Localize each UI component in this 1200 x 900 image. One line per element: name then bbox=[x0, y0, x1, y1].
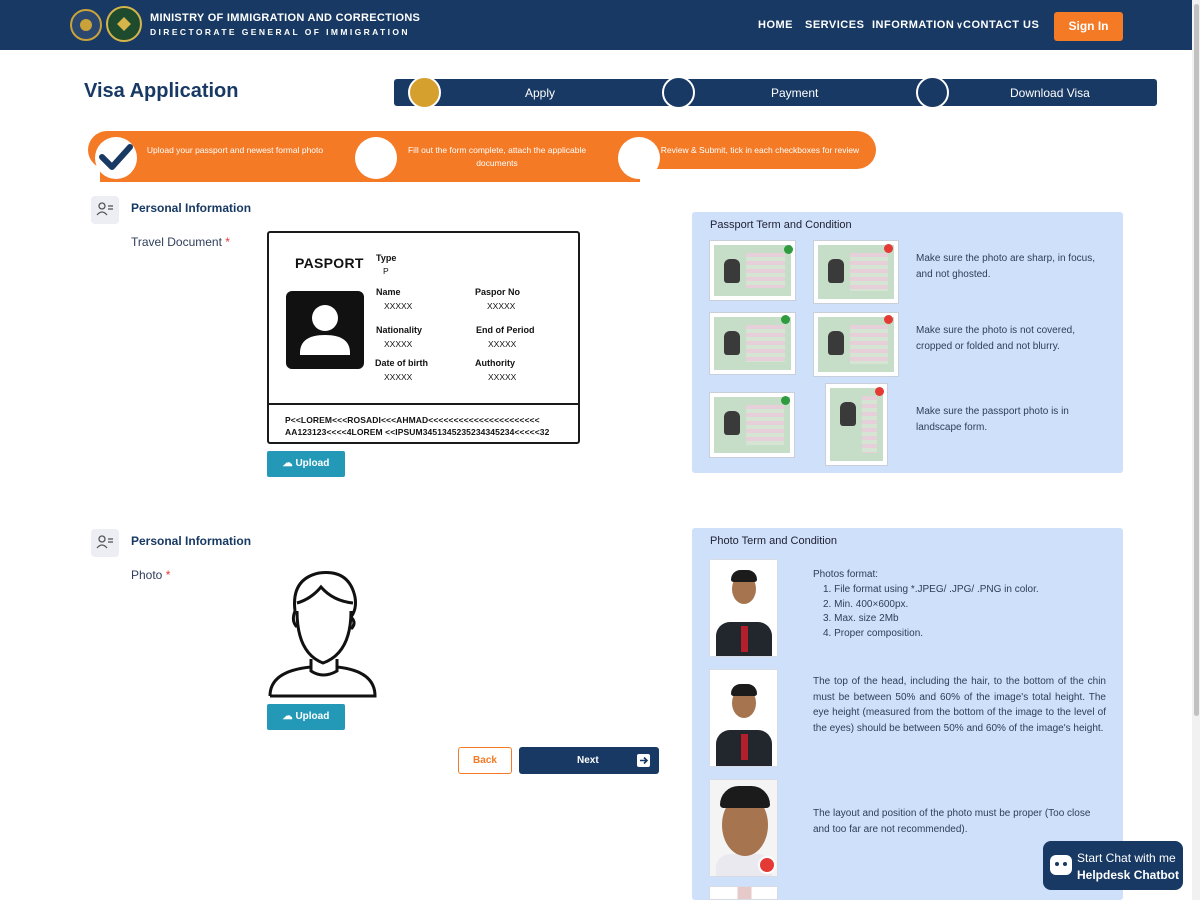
photo-format-heading: Photos format: bbox=[813, 569, 879, 580]
photo-format-item-3: 3. Max. size 2Mb bbox=[823, 613, 899, 624]
passport-name-label: Name bbox=[376, 287, 401, 297]
instruction-2-indicator bbox=[355, 137, 397, 179]
immigration-emblem-icon bbox=[106, 6, 142, 42]
passport-upload-label: Upload bbox=[295, 458, 330, 469]
next-button[interactable]: Next bbox=[519, 747, 659, 774]
nav-information-label: INFORMATION bbox=[872, 19, 955, 31]
nav-home[interactable]: HOME bbox=[758, 19, 793, 31]
next-label: Next bbox=[577, 755, 599, 766]
step-payment-label: Payment bbox=[771, 86, 819, 100]
arrow-right-icon bbox=[637, 754, 650, 767]
nav-contact[interactable]: CONTACT US bbox=[963, 19, 1039, 31]
photo-example-head-size bbox=[709, 669, 778, 767]
user-list-icon bbox=[91, 196, 119, 224]
org-title: MINISTRY OF IMMIGRATION AND CORRECTIONS bbox=[150, 12, 421, 24]
photo-terms-title: Photo Term and Condition bbox=[710, 535, 837, 547]
passport-rule-3: Make sure the passport photo is in lands… bbox=[916, 406, 1069, 433]
cross-badge-icon bbox=[884, 244, 893, 253]
passport-end-period-label: End of Period bbox=[476, 325, 535, 335]
cloud-upload-icon: ☁ bbox=[282, 458, 293, 469]
instruction-1-text: Upload your passport and newest formal p… bbox=[146, 145, 324, 155]
passport-rule-2: Make sure the photo is not covered, crop… bbox=[916, 325, 1075, 352]
photo-example-format bbox=[709, 559, 778, 657]
cloud-upload-icon: ☁ bbox=[282, 711, 293, 722]
passport-title: PASPORT bbox=[295, 255, 364, 271]
instruction-3-text: Review & Submit, tick in each checkboxes… bbox=[660, 145, 860, 155]
photo-upload-label: Upload bbox=[295, 711, 330, 722]
nav-services[interactable]: SERVICES bbox=[805, 19, 864, 31]
check-badge-icon bbox=[781, 396, 790, 405]
chatbot-title: Helpdesk Chatbot bbox=[1077, 868, 1180, 882]
passport-mrz-divider bbox=[269, 403, 578, 405]
step-apply-label: Apply bbox=[525, 86, 556, 100]
robot-icon bbox=[1050, 855, 1072, 875]
step-download-label: Download Visa bbox=[1010, 86, 1090, 100]
passport-photo-placeholder-icon bbox=[286, 291, 364, 369]
helpdesk-chatbot-button[interactable]: Start Chat with me Helpdesk Chatbot bbox=[1043, 841, 1183, 890]
back-button[interactable]: Back bbox=[458, 747, 512, 774]
step-payment-indicator bbox=[662, 76, 695, 109]
passport-nationality-value: XXXXX bbox=[384, 339, 413, 349]
step-apply-indicator bbox=[408, 76, 441, 109]
passport-section-title: Personal Information bbox=[131, 201, 252, 215]
passport-mrz-line-1: P<<LOREM<<<ROSADI<<<AHMAD<<<<<<<<<<<<<<<… bbox=[285, 415, 540, 425]
check-badge-icon bbox=[784, 245, 793, 254]
passport-terms-title: Passport Term and Condition bbox=[710, 219, 852, 231]
instruction-2-text: Fill out the form complete, attach the a… bbox=[407, 145, 587, 168]
photo-label: Photo * bbox=[131, 568, 170, 582]
check-badge-icon bbox=[781, 315, 790, 324]
scrollbar-thumb[interactable] bbox=[1194, 4, 1199, 716]
passport-type-value: P bbox=[383, 266, 389, 276]
required-mark: * bbox=[225, 235, 230, 249]
photo-rule-layout: The layout and position of the photo mus… bbox=[813, 808, 1091, 835]
passport-number-label: Paspor No bbox=[475, 287, 521, 297]
photo-rule-head-size: The top of the head, including the hair,… bbox=[813, 676, 1106, 734]
travel-document-label-text: Travel Document bbox=[131, 235, 222, 249]
passport-example-good-1 bbox=[709, 240, 796, 301]
passport-name-value: XXXXX bbox=[384, 301, 413, 311]
photo-example-next bbox=[709, 886, 778, 900]
cross-badge-icon bbox=[758, 856, 776, 874]
passport-dob-value: XXXXX bbox=[384, 372, 413, 382]
passport-authority-label: Authority bbox=[475, 358, 515, 368]
org-subtitle: DIRECTORATE GENERAL OF IMMIGRATION bbox=[150, 27, 410, 37]
photo-label-text: Photo bbox=[131, 568, 163, 582]
nav-information[interactable]: INFORMATION ∨ bbox=[872, 19, 963, 31]
user-list-icon bbox=[91, 529, 119, 557]
top-header: MINISTRY OF IMMIGRATION AND CORRECTIONS … bbox=[0, 0, 1192, 50]
passport-authority-value: XXXXX bbox=[488, 372, 517, 382]
passport-rule-1: Make sure the photo are sharp, in focus,… bbox=[916, 253, 1095, 280]
cross-badge-icon bbox=[884, 315, 893, 324]
passport-upload-button[interactable]: ☁ Upload bbox=[267, 451, 345, 477]
passport-nationality-label: Nationality bbox=[376, 325, 423, 335]
passport-number-value: XXXXX bbox=[487, 301, 516, 311]
passport-sample-card: PASPORT Type P Name XXXXX Paspor No XXXX… bbox=[267, 231, 580, 444]
sign-in-button[interactable]: Sign In bbox=[1054, 12, 1123, 41]
avatar-placeholder-icon bbox=[268, 571, 377, 698]
photo-format-item-1: 1. File format using *.JPEG/ .JPG/ .PNG … bbox=[823, 584, 1039, 595]
passport-dob-label: Date of birth bbox=[375, 358, 428, 368]
photo-upload-button[interactable]: ☁ Upload bbox=[267, 704, 345, 730]
passport-end-period-value: XXXXX bbox=[488, 339, 517, 349]
passport-mrz-line-2: AA123123<<<<4LOREM <<IPSUM34513452352343… bbox=[285, 427, 550, 437]
page-title: Visa Application bbox=[84, 80, 239, 102]
travel-document-label: Travel Document * bbox=[131, 235, 230, 249]
cross-badge-icon bbox=[875, 387, 884, 396]
chatbot-prompt: Start Chat with me bbox=[1077, 851, 1176, 865]
ministry-emblem-icon bbox=[70, 9, 102, 41]
step-download-indicator bbox=[916, 76, 949, 109]
photo-format-item-4: 4. Proper composition. bbox=[823, 628, 924, 639]
photo-section-title: Personal Information bbox=[131, 534, 252, 548]
passport-type-label: Type bbox=[376, 253, 397, 263]
instruction-3-indicator bbox=[618, 137, 660, 179]
required-mark: * bbox=[165, 568, 171, 582]
checkmark-icon bbox=[99, 144, 133, 170]
